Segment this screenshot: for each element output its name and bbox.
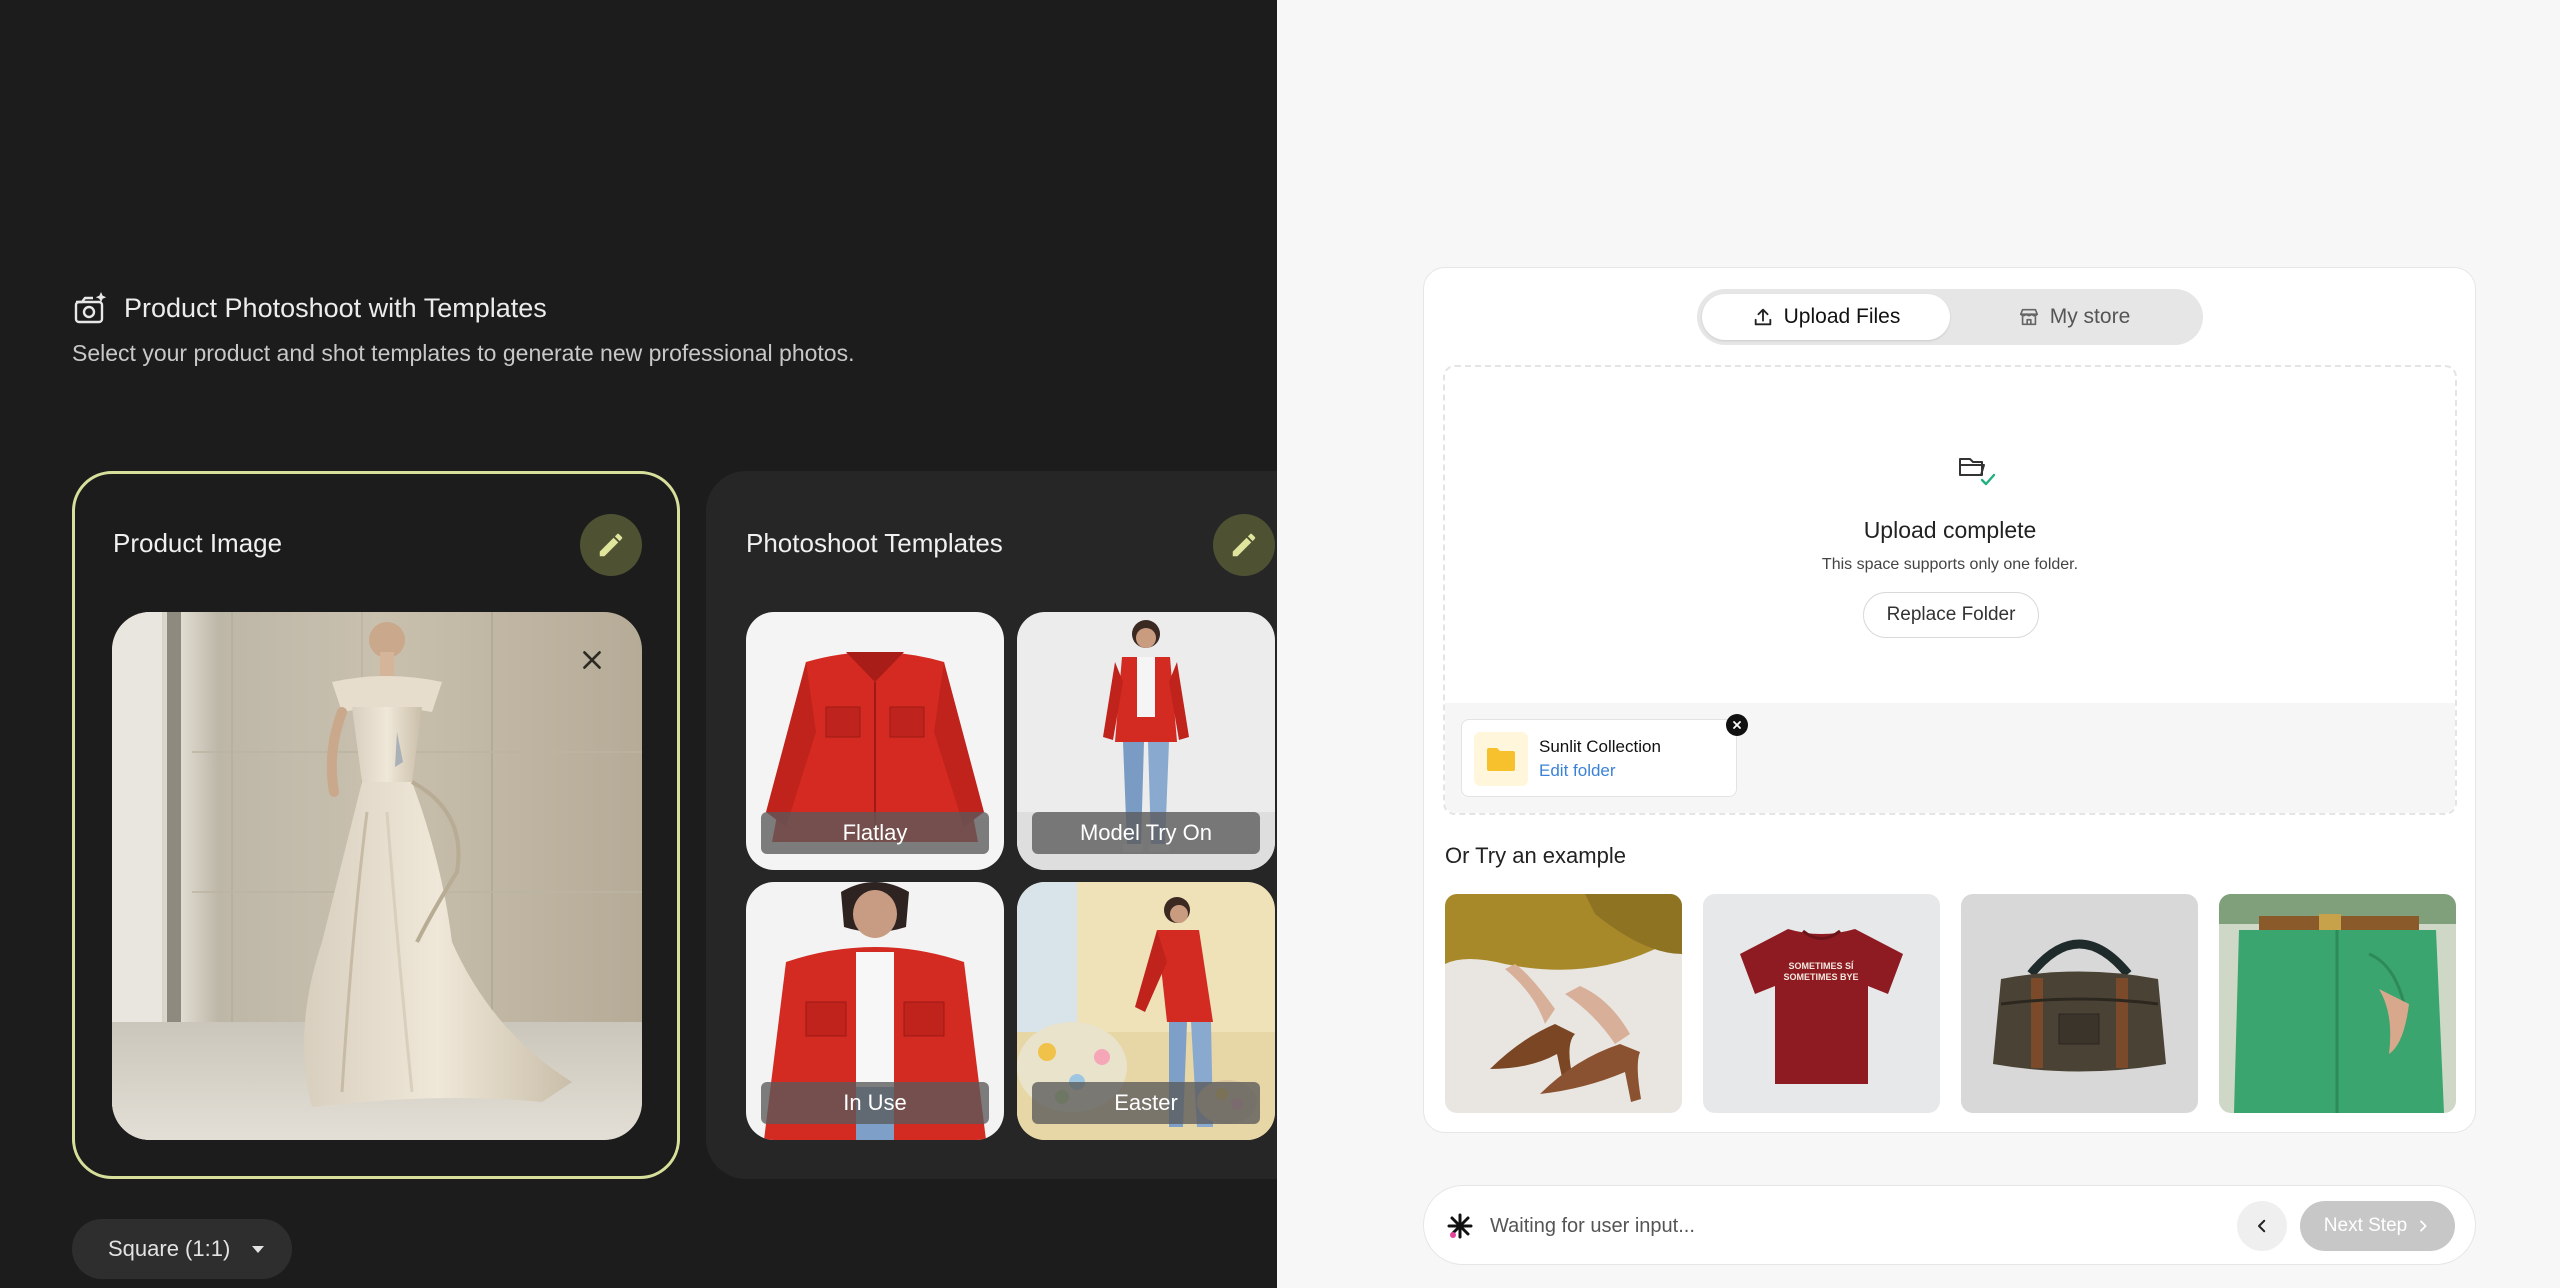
template-flatlay[interactable]: Flatlay xyxy=(746,612,1004,870)
template-label: Easter xyxy=(1032,1082,1260,1124)
status-text: Waiting for user input... xyxy=(1490,1215,1695,1237)
upload-dropzone[interactable]: Upload complete This space supports only… xyxy=(1443,365,2457,815)
edit-templates-button[interactable] xyxy=(1213,514,1275,576)
upload-note: This space supports only one folder. xyxy=(1821,556,2079,573)
upload-card: Upload Files My store Upload complete Th… xyxy=(1423,267,2476,1133)
page-subtitle: Select your product and shot templates t… xyxy=(72,340,855,366)
template-model-try-on[interactable]: Model Try On xyxy=(1017,612,1275,870)
templates-card-title: Photoshoot Templates xyxy=(746,528,1003,558)
folder-chip[interactable]: Sunlit Collection Edit folder xyxy=(1461,714,1748,797)
examples-title: Or Try an example xyxy=(1445,843,1626,868)
page-title: Product Photoshoot with Templates xyxy=(124,292,547,323)
tab-upload-files[interactable]: Upload Files xyxy=(1702,294,1950,340)
tshirt-photo: SOMETIMES SÍ SOMETIMES BYE xyxy=(1703,894,1940,1113)
product-image-card[interactable]: Product Image xyxy=(72,471,680,1179)
remove-product-button[interactable] xyxy=(572,640,612,680)
back-button[interactable] xyxy=(2237,1201,2287,1251)
camera-sparkle-icon xyxy=(74,292,107,324)
chevron-left-icon xyxy=(2258,1219,2266,1233)
tab-label: Upload Files xyxy=(1783,305,1901,328)
example-red-tshirt[interactable]: SOMETIMES SÍ SOMETIMES BYE xyxy=(1703,894,1940,1113)
template-easter[interactable]: Easter xyxy=(1017,882,1275,1140)
example-green-jeans[interactable] xyxy=(2219,894,2456,1113)
upload-icon xyxy=(1754,308,1771,326)
folder-check-icon xyxy=(1959,458,1996,486)
product-image xyxy=(112,612,642,1140)
store-icon xyxy=(2019,308,2038,326)
template-label: Model Try On xyxy=(1032,812,1260,854)
source-tabs: Upload Files My store xyxy=(1697,289,2203,345)
folder-icon xyxy=(1487,748,1515,771)
edit-product-button[interactable] xyxy=(580,514,642,576)
example-duffel-bag[interactable] xyxy=(1961,894,2198,1113)
next-step-label: Next Step xyxy=(2323,1215,2408,1236)
tab-my-store[interactable]: My store xyxy=(1950,294,2198,340)
tshirt-print-text: SOMETIMES SÍ xyxy=(1788,961,1854,971)
bag-photo xyxy=(1961,894,2198,1113)
close-icon xyxy=(1733,721,1741,729)
tshirt-print-text: SOMETIMES BYE xyxy=(1783,972,1858,982)
edit-folder-link[interactable]: Edit folder xyxy=(1539,761,1616,781)
gown-photo xyxy=(112,612,642,1140)
close-icon xyxy=(583,651,601,669)
template-label: In Use xyxy=(761,1082,989,1124)
sparkle-logo-icon xyxy=(1447,1213,1473,1239)
chevron-down-icon xyxy=(252,1245,265,1253)
pencil-icon xyxy=(599,533,623,557)
template-in-use[interactable]: In Use xyxy=(746,882,1004,1140)
template-label: Flatlay xyxy=(761,812,989,854)
product-card-title: Product Image xyxy=(113,528,283,558)
folder-thumb xyxy=(1474,732,1528,786)
upload-status-title: Upload complete xyxy=(1863,517,2037,543)
page-header: Product Photoshoot with Templates xyxy=(72,290,547,326)
heels-photo xyxy=(1445,894,1682,1113)
status-bar: Waiting for user input... Next Step xyxy=(1423,1185,2476,1265)
folder-name: Sunlit Collection xyxy=(1539,737,1661,756)
aspect-ratio-label: Square (1:1) xyxy=(108,1236,231,1261)
pencil-icon xyxy=(1232,533,1256,557)
jeans-photo xyxy=(2219,894,2456,1113)
next-step-button[interactable]: Next Step xyxy=(2300,1201,2455,1251)
left-panel: Product Photoshoot with Templates Select… xyxy=(0,0,1277,1288)
replace-folder-button[interactable]: Replace Folder xyxy=(1863,592,2039,638)
uploaded-folder-area: Sunlit Collection Edit folder xyxy=(1445,703,2455,813)
example-brown-heels[interactable] xyxy=(1445,894,1682,1113)
photoshoot-templates-card: Photoshoot Templates Flatlay Model Try O… xyxy=(706,471,1277,1179)
remove-folder-button[interactable] xyxy=(1726,714,1748,736)
tab-label: My store xyxy=(2049,305,2131,328)
aspect-ratio-select[interactable]: Square (1:1) xyxy=(72,1219,292,1279)
chevron-right-icon xyxy=(2420,1220,2427,1232)
